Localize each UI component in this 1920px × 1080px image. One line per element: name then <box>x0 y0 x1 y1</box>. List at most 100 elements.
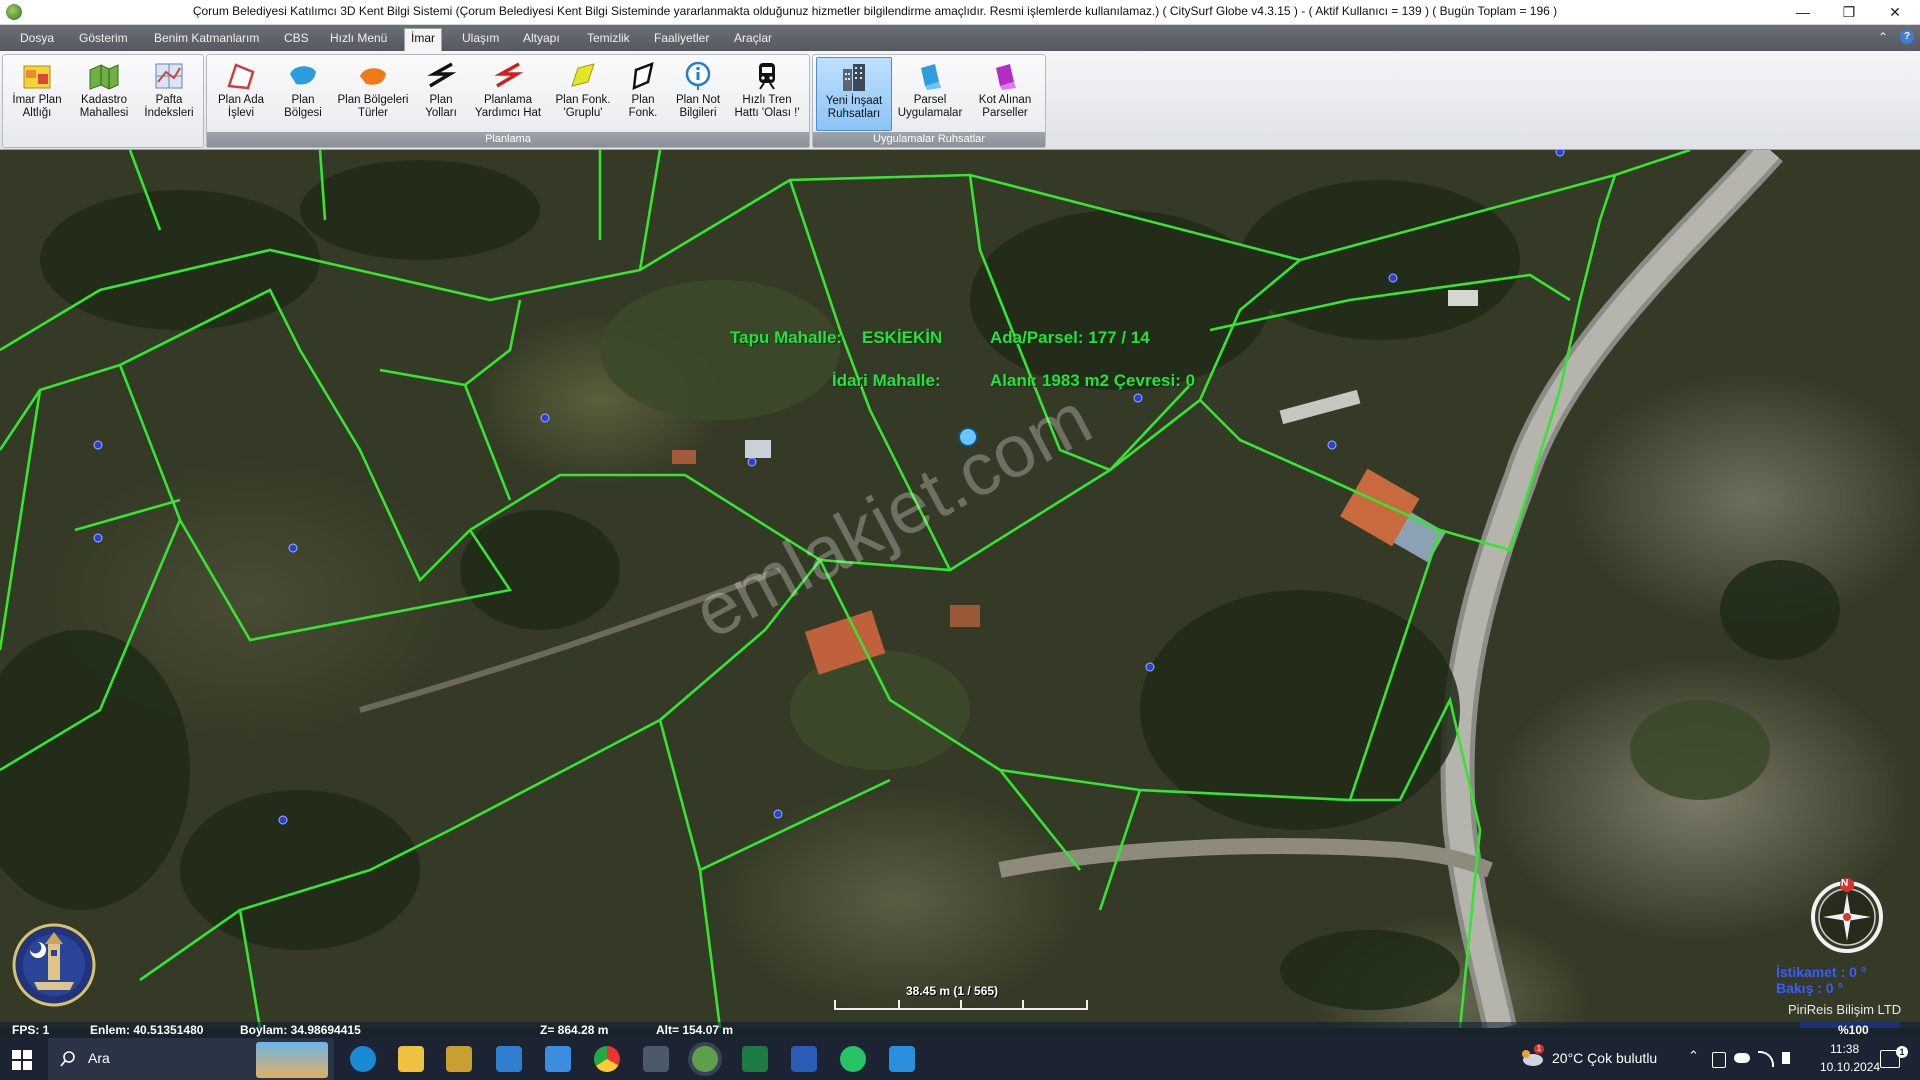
cadastre-map-icon <box>89 64 119 90</box>
search-icon <box>60 1051 75 1067</box>
plan-bolgesi-button[interactable]: Plan Bölgesi <box>275 57 331 129</box>
notification-count-badge: 1 <box>1896 1046 1908 1058</box>
weather-badge: 1 <box>1534 1044 1544 1054</box>
plan-yollari-button[interactable]: Plan Yolları <box>415 57 467 129</box>
wifi-icon[interactable] <box>1758 1051 1774 1067</box>
onedrive-icon[interactable] <box>1734 1053 1750 1063</box>
calculator-icon[interactable] <box>643 1046 669 1072</box>
ribbon-group-ruhsatlar: Yeni İnşaat Ruhsatları Parsel Uygulamala… <box>812 54 1046 148</box>
zoom-percent: %100 <box>1838 1023 1869 1037</box>
excel-icon[interactable] <box>742 1046 768 1072</box>
ribbon: İmar Plan Altlığı Kadastro Mahallesi Paf… <box>0 51 1920 150</box>
minimize-button[interactable]: — <box>1780 0 1826 24</box>
ribbon-group-planlama: Plan Ada İşlevi Plan Bölgesi Plan Bölgel… <box>206 54 810 148</box>
help-icon[interactable]: ? <box>1900 30 1914 44</box>
planlama-yardimci-hat-button[interactable]: Planlama Yardımcı Hat <box>469 57 547 129</box>
map-scene <box>0 150 1840 1028</box>
idari-mahalle-label: İdari Mahalle: <box>832 371 941 390</box>
alan-cevre-text: Alanı: 1983 m2 Çevresi: 0 <box>990 371 1196 390</box>
plan-not-bilgileri-button[interactable]: Plan Not Bilgileri <box>669 57 727 129</box>
weather-text[interactable]: 20°C Çok bulutlu <box>1552 1050 1657 1066</box>
menu-ulasim[interactable]: Ulaşım <box>456 29 505 47</box>
menu-temizlik[interactable]: Temizlik <box>581 29 636 47</box>
title-bar: Çorum Belediyesi Katılımcı 3D Kent Bilgi… <box>0 0 1920 25</box>
longitude-readout: Boylam: 34.98694415 <box>240 1023 361 1037</box>
file-explorer-icon[interactable] <box>398 1046 424 1072</box>
chrome-icon[interactable] <box>594 1046 620 1072</box>
store-icon[interactable] <box>545 1046 571 1072</box>
elevation-parcel-icon <box>996 64 1016 90</box>
kot-alinan-parseller-button[interactable]: Kot Alınan Parseller <box>969 57 1041 129</box>
edge-browser-icon[interactable] <box>350 1046 376 1072</box>
parsel-uygulamalar-button[interactable]: Parsel Uygulamalar <box>893 57 967 129</box>
menu-hizli-menu[interactable]: Hızlı Menü <box>324 29 393 47</box>
hizli-tren-hatti-button[interactable]: Hızlı Tren Hattı 'Olası !' <box>729 57 805 129</box>
z-readout: Z= 864.28 m <box>540 1023 609 1037</box>
plan-ada-islevi-button[interactable]: Plan Ada İşlevi <box>211 57 271 129</box>
compass-icon <box>1811 878 1883 953</box>
kadastro-mahallesi-button[interactable]: Kadastro Mahallesi <box>73 57 135 129</box>
menu-benim-katmanlarim[interactable]: Benim Katmanlarım <box>148 29 265 47</box>
building-icon <box>843 64 865 91</box>
menu-altyapi[interactable]: Altyapı <box>517 29 566 47</box>
dirt-road <box>998 838 1493 878</box>
menu-araclar[interactable]: Araçlar <box>728 29 778 47</box>
latitude-readout: Enlem: 40.51351480 <box>90 1023 204 1037</box>
weather-icon[interactable]: 1 <box>1520 1044 1544 1068</box>
group-label-ruhsatlar: Uygulamalar Ruhsatlar <box>813 132 1045 147</box>
restore-button[interactable]: ❐ <box>1826 0 1872 24</box>
windows-start-icon[interactable] <box>12 1050 32 1070</box>
plan-bolgeleri-turler-button[interactable]: Plan Bölgeleri Türler <box>333 57 413 129</box>
plan-fonk-button[interactable]: Plan Fonk. <box>619 57 667 129</box>
search-placeholder: Ara <box>88 1050 110 1066</box>
search-highlight-image <box>256 1042 328 1078</box>
helper-line-icon <box>494 62 524 88</box>
menu-dosya[interactable]: Dosya <box>14 29 60 47</box>
close-button[interactable]: ✕ <box>1872 0 1918 24</box>
plan-fonk-gruplu-button[interactable]: Plan Fonk. 'Gruplu' <box>549 57 617 129</box>
clock-date[interactable]: 10.10.2024 <box>1820 1060 1880 1074</box>
tapu-mahalle-value: ESKİEKİN <box>862 328 943 347</box>
word-icon[interactable] <box>791 1046 817 1072</box>
bakis-readout: Bakış : 0 ° <box>1776 980 1844 996</box>
citysurf-globe-icon[interactable] <box>692 1046 718 1072</box>
imar-plan-altligi-button[interactable]: İmar Plan Altlığı <box>7 57 67 129</box>
ada-parsel-text: Ada/Parsel: 177 / 14 <box>990 328 1150 347</box>
mail-icon[interactable] <box>496 1046 522 1072</box>
tray-chevron-icon[interactable]: ⌃ <box>1688 1048 1699 1064</box>
plan-function-group-icon <box>571 63 595 87</box>
scale-bar <box>834 1000 1088 1010</box>
meet-tray-icon[interactable] <box>1712 1052 1726 1068</box>
map-viewport[interactable]: Tapu Mahalle: ESKİEKİN Ada/Parsel: 177 /… <box>0 150 1920 1028</box>
scale-text: 38.45 m (1 / 565) <box>906 984 999 998</box>
train-icon <box>759 63 775 90</box>
menu-cbs[interactable]: CBS <box>278 29 315 47</box>
istikamet-readout: İstikamet : 0 ° <box>1776 964 1867 980</box>
compass-widget[interactable]: N <box>1808 878 1886 956</box>
whatsapp-icon[interactable] <box>840 1046 866 1072</box>
municipality-logo <box>12 920 96 1010</box>
taskbar: Ara 1 20°C Çok bulutlu ⌃ 11:38 10.10.202… <box>0 1038 1920 1080</box>
menu-faaliyetler[interactable]: Faaliyetler <box>648 29 715 47</box>
pen-app-icon[interactable] <box>446 1046 472 1072</box>
info-icon <box>685 61 711 90</box>
pafta-indeksleri-button[interactable]: Pafta İndeksleri <box>139 57 199 129</box>
plan-function-icon <box>632 62 654 90</box>
group-label-planlama: Planlama <box>207 132 809 147</box>
yeni-insaat-ruhsatlari-button[interactable]: Yeni İnşaat Ruhsatları <box>816 57 892 131</box>
volume-icon[interactable] <box>1782 1052 1790 1064</box>
tapu-mahalle-label: Tapu Mahalle: <box>730 328 843 347</box>
status-bar: FPS: 1 Enlem: 40.51351480 Boylam: 34.986… <box>0 1022 1920 1038</box>
menu-gosterim[interactable]: Gösterim <box>73 29 134 47</box>
plan-region-types-icon <box>360 68 386 85</box>
menu-imar[interactable]: İmar <box>404 28 442 52</box>
credit-text: PiriReis Bilişim LTD <box>1788 1002 1902 1017</box>
window-title: Çorum Belediyesi Katılımcı 3D Kent Bilgi… <box>192 4 1558 18</box>
clock-time[interactable]: 11:38 <box>1830 1042 1859 1056</box>
ribbon-collapse-icon[interactable]: ⌃ <box>1878 30 1888 44</box>
fps-readout: FPS: 1 <box>12 1023 50 1037</box>
taskbar-search-box[interactable]: Ara <box>48 1038 334 1080</box>
parcel-application-icon <box>921 64 941 90</box>
map-layers-icon <box>23 65 51 89</box>
paint-app-icon[interactable] <box>889 1046 915 1072</box>
